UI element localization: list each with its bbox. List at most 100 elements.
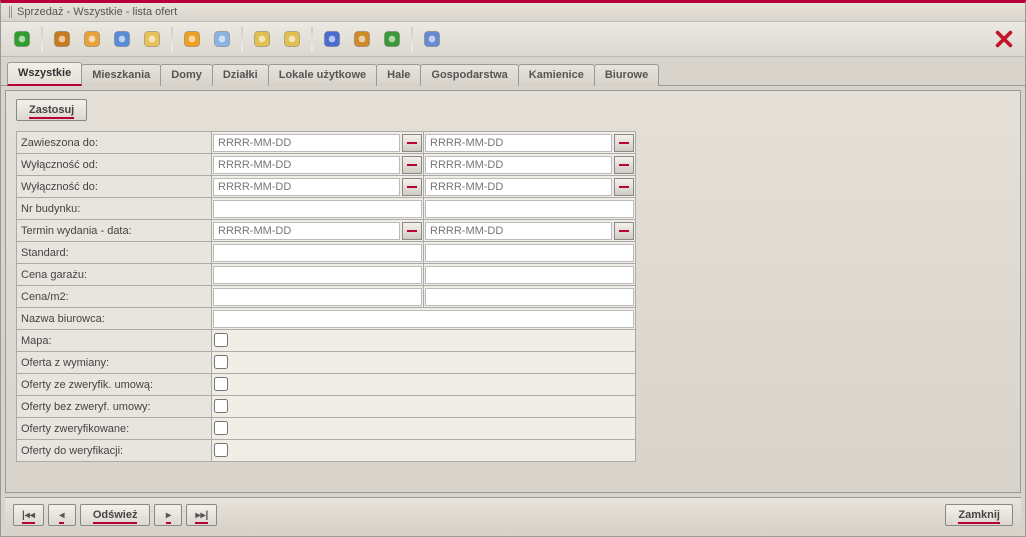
checkbox-input[interactable] — [214, 333, 228, 347]
date-input[interactable] — [213, 156, 400, 174]
date-picker-button[interactable] — [614, 156, 634, 174]
checkbox-field — [212, 374, 636, 396]
form-row: Wyłączność do: — [17, 176, 636, 198]
picture-icon[interactable] — [109, 26, 135, 52]
copy-icon[interactable] — [209, 26, 235, 52]
form-row: Cena/m2: — [17, 286, 636, 308]
toolbar-separator — [241, 27, 243, 51]
app-window: Sprzedaż - Wszystkie - lista ofert Wszys… — [0, 0, 1026, 537]
star-icon[interactable] — [179, 26, 205, 52]
tab-hale[interactable]: Hale — [376, 64, 421, 86]
checkbox-field — [212, 440, 636, 462]
checkbox-input[interactable] — [214, 399, 228, 413]
form-row: Termin wydania - data: — [17, 220, 636, 242]
nav-prev-button[interactable]: ◂ — [48, 504, 76, 526]
briefcase-icon[interactable] — [49, 26, 75, 52]
text-input[interactable] — [425, 244, 634, 262]
date-picker-button[interactable] — [614, 222, 634, 240]
tab-kamienice[interactable]: Kamienice — [518, 64, 595, 86]
text-field — [424, 286, 636, 308]
titlebar: Sprzedaż - Wszystkie - lista ofert — [1, 3, 1025, 22]
apply-button-label: Zastosuj — [29, 104, 74, 119]
text-field — [424, 242, 636, 264]
text-input[interactable] — [213, 310, 634, 328]
date-field — [212, 154, 424, 176]
toolbar — [1, 22, 1025, 57]
form-row: Oferty do weryfikacji: — [17, 440, 636, 462]
checkbox-field — [212, 396, 636, 418]
text-input[interactable] — [425, 200, 634, 218]
field-label: Cena/m2: — [17, 286, 212, 308]
field-label: Zawieszona do: — [17, 132, 212, 154]
field-label: Oferty bez zweryf. umowy: — [17, 396, 212, 418]
form-row: Oferty bez zweryf. umowy: — [17, 396, 636, 418]
text-field — [212, 198, 424, 220]
text-input[interactable] — [213, 288, 422, 306]
form-row: Standard: — [17, 242, 636, 264]
close-icon[interactable] — [991, 26, 1017, 52]
text-input[interactable] — [213, 244, 422, 262]
date-input[interactable] — [213, 178, 400, 196]
mail-out-icon[interactable] — [249, 26, 275, 52]
date-picker-button[interactable] — [402, 178, 422, 196]
checkbox-field — [212, 330, 636, 352]
form-row: Oferta z wymiany: — [17, 352, 636, 374]
date-field — [424, 132, 636, 154]
text-field — [212, 308, 636, 330]
refresh-icon[interactable] — [9, 26, 35, 52]
tab-biurowe[interactable]: Biurowe — [594, 64, 659, 86]
checkbox-input[interactable] — [214, 355, 228, 369]
date-field — [212, 132, 424, 154]
date-picker-button[interactable] — [614, 178, 634, 196]
content-scroll[interactable]: Zastosuj Zawieszona do:Wyłączność od:Wył… — [6, 91, 1020, 492]
date-picker-button[interactable] — [402, 156, 422, 174]
checkbox-field — [212, 352, 636, 374]
date-input[interactable] — [425, 178, 612, 196]
user-icon[interactable] — [79, 26, 105, 52]
checkbox-input[interactable] — [214, 443, 228, 457]
close-button[interactable]: Zamknij — [945, 504, 1013, 526]
text-input[interactable] — [213, 266, 422, 284]
text-field — [212, 242, 424, 264]
field-label: Wyłączność do: — [17, 176, 212, 198]
tab-dzia-ki[interactable]: Działki — [212, 64, 269, 86]
text-input[interactable] — [425, 288, 634, 306]
nav-last-button[interactable]: ▸▸| — [186, 504, 217, 526]
tab-mieszkania[interactable]: Mieszkania — [81, 64, 161, 86]
date-picker-button[interactable] — [402, 134, 422, 152]
apply-button[interactable]: Zastosuj — [16, 99, 87, 121]
mail-in-icon[interactable] — [279, 26, 305, 52]
date-picker-button[interactable] — [402, 222, 422, 240]
globe-icon[interactable] — [379, 26, 405, 52]
field-label: Nazwa biurowca: — [17, 308, 212, 330]
text-input[interactable] — [425, 266, 634, 284]
date-input[interactable] — [425, 134, 612, 152]
date-picker-button[interactable] — [614, 134, 634, 152]
nav-first-button[interactable]: |◂◂ — [13, 504, 44, 526]
date-input[interactable] — [425, 156, 612, 174]
date-field — [212, 220, 424, 242]
tab-domy[interactable]: Domy — [160, 64, 213, 86]
nav-next-button[interactable]: ▸ — [154, 504, 182, 526]
date-input[interactable] — [425, 222, 612, 240]
date-input[interactable] — [213, 134, 400, 152]
field-label: Oferty do weryfikacji: — [17, 440, 212, 462]
font-icon[interactable] — [319, 26, 345, 52]
gear-icon[interactable] — [349, 26, 375, 52]
refresh-button[interactable]: Odśwież — [80, 504, 151, 526]
tab-strip: WszystkieMieszkaniaDomyDziałkiLokale uży… — [1, 57, 1025, 86]
tab-wszystkie[interactable]: Wszystkie — [7, 62, 82, 86]
search-user-icon[interactable] — [419, 26, 445, 52]
field-label: Termin wydania - data: — [17, 220, 212, 242]
hand-icon[interactable] — [139, 26, 165, 52]
tab-lokale-u-ytkowe[interactable]: Lokale użytkowe — [268, 64, 377, 86]
tab-gospodarstwa[interactable]: Gospodarstwa — [420, 64, 518, 86]
date-field — [424, 176, 636, 198]
date-field — [424, 220, 636, 242]
text-input[interactable] — [213, 200, 422, 218]
date-field — [212, 176, 424, 198]
date-input[interactable] — [213, 222, 400, 240]
checkbox-input[interactable] — [214, 421, 228, 435]
checkbox-input[interactable] — [214, 377, 228, 391]
form-row: Zawieszona do: — [17, 132, 636, 154]
